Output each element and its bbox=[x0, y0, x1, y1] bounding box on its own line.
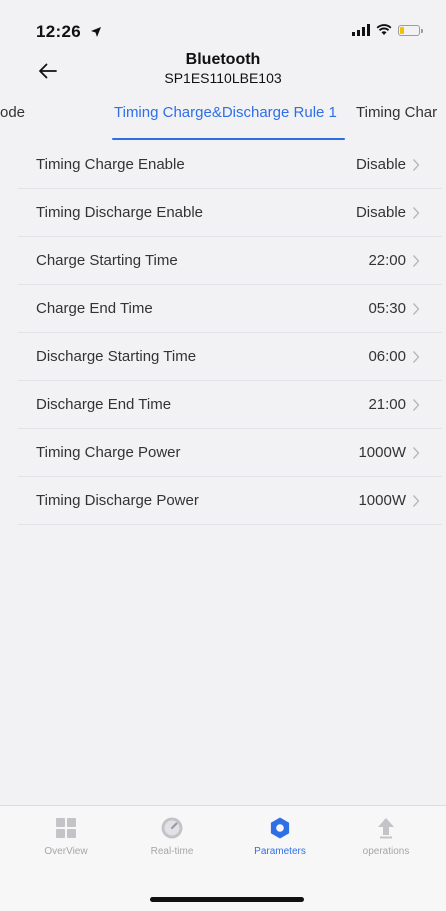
tab-mode[interactable]: ode bbox=[0, 104, 25, 121]
nav-bar: Bluetooth SP1ES110LBE103 bbox=[0, 50, 446, 94]
tabbar-label: Real-time bbox=[150, 846, 194, 857]
tab-timing-rule-2[interactable]: Timing Char bbox=[356, 104, 437, 121]
tabbar-label: OverView bbox=[44, 846, 88, 857]
setting-label: Discharge Starting Time bbox=[36, 348, 197, 365]
tabbar-label: operations bbox=[362, 846, 410, 857]
page-title: Bluetooth bbox=[185, 51, 261, 68]
device-serial: SP1ES110LBE103 bbox=[164, 70, 282, 86]
gear-icon bbox=[270, 817, 290, 839]
setting-charge-starting-time[interactable]: Charge Starting Time 22:00 bbox=[18, 237, 442, 285]
signal-icon bbox=[352, 24, 370, 36]
chevron-right-icon bbox=[412, 446, 420, 459]
tabbar-realtime[interactable]: Real-time bbox=[122, 816, 222, 857]
setting-value: 1000W bbox=[358, 492, 406, 509]
setting-discharge-end-time[interactable]: Discharge End Time 21:00 bbox=[18, 381, 442, 429]
setting-right: Disable bbox=[356, 204, 420, 221]
chevron-right-icon bbox=[412, 158, 420, 171]
setting-right: 21:00 bbox=[368, 396, 420, 413]
tabbar-operations[interactable]: operations bbox=[336, 816, 436, 857]
setting-value: Disable bbox=[355, 156, 406, 173]
setting-value: Disable bbox=[355, 204, 406, 221]
tabbar-parameters[interactable]: Parameters bbox=[230, 816, 330, 857]
gauge-icon bbox=[161, 817, 183, 839]
setting-label: Charge Starting Time bbox=[36, 252, 178, 269]
setting-label: Timing Discharge Power bbox=[36, 492, 199, 509]
status-time: 12:26 bbox=[36, 22, 81, 41]
system-icons bbox=[352, 24, 423, 36]
setting-label: Timing Charge Enable bbox=[36, 156, 185, 173]
status-time-wrap: 12:26 bbox=[36, 22, 102, 43]
setting-value: 06:00 bbox=[368, 348, 406, 365]
setting-timing-charge-enable[interactable]: Timing Charge Enable Disable bbox=[18, 141, 442, 189]
bottom-tab-bar: OverView Real-time Parameters operations bbox=[0, 805, 446, 911]
setting-label: Timing Charge Power bbox=[36, 444, 181, 461]
active-tab-indicator bbox=[112, 138, 345, 140]
setting-value: 22:00 bbox=[368, 252, 406, 269]
chevron-right-icon bbox=[412, 494, 420, 507]
setting-timing-discharge-enable[interactable]: Timing Discharge Enable Disable bbox=[18, 189, 442, 237]
setting-right: Disable bbox=[356, 156, 420, 173]
setting-charge-end-time[interactable]: Charge End Time 05:30 bbox=[18, 285, 442, 333]
setting-value: 21:00 bbox=[368, 396, 406, 413]
location-arrow-icon bbox=[90, 23, 102, 43]
setting-label: Discharge End Time bbox=[36, 396, 172, 413]
home-indicator bbox=[150, 897, 304, 902]
chevron-right-icon bbox=[412, 398, 420, 411]
tabbar-label: Parameters bbox=[254, 846, 306, 857]
setting-value: 05:30 bbox=[368, 300, 406, 317]
setting-label: Timing Discharge Enable bbox=[36, 204, 204, 221]
rule-tabs: ode Timing Charge&Discharge Rule 1 Timin… bbox=[0, 102, 446, 142]
setting-right: 05:30 bbox=[368, 300, 420, 317]
setting-timing-charge-power[interactable]: Timing Charge Power 1000W bbox=[18, 429, 442, 477]
setting-right: 1000W bbox=[358, 444, 420, 461]
chevron-right-icon bbox=[412, 254, 420, 267]
chevron-right-icon bbox=[412, 350, 420, 363]
chevron-right-icon bbox=[412, 302, 420, 315]
battery-icon bbox=[398, 24, 423, 36]
setting-timing-discharge-power[interactable]: Timing Discharge Power 1000W bbox=[18, 477, 442, 525]
chevron-right-icon bbox=[412, 206, 420, 219]
tabbar-overview[interactable]: OverView bbox=[16, 816, 116, 857]
settings-list: Timing Charge Enable Disable Timing Disc… bbox=[18, 141, 442, 525]
upload-arrow-icon bbox=[378, 818, 394, 839]
setting-right: 06:00 bbox=[368, 348, 420, 365]
tab-timing-rule-1[interactable]: Timing Charge&Discharge Rule 1 bbox=[114, 104, 337, 121]
wifi-icon bbox=[376, 24, 392, 35]
setting-right: 1000W bbox=[358, 492, 420, 509]
grid-icon bbox=[56, 818, 76, 838]
setting-value: 1000W bbox=[358, 444, 406, 461]
setting-label: Charge End Time bbox=[36, 300, 153, 317]
setting-right: 22:00 bbox=[368, 252, 420, 269]
setting-discharge-starting-time[interactable]: Discharge Starting Time 06:00 bbox=[18, 333, 442, 381]
